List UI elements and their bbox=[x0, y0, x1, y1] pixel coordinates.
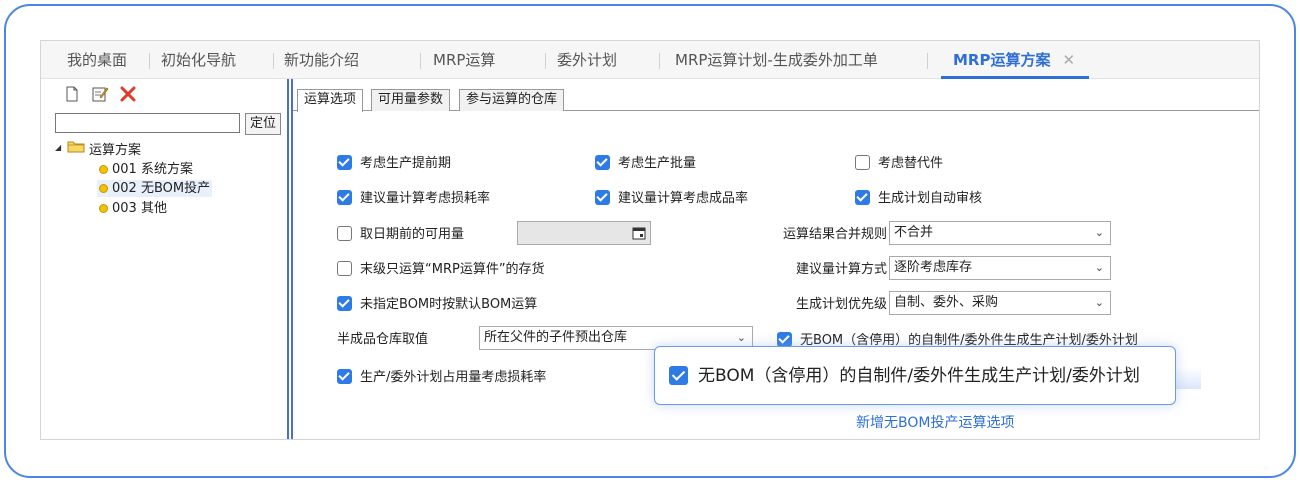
option-suggest-yield-rate[interactable]: 建议量计算考虑成品率 bbox=[595, 190, 748, 208]
calendar-icon[interactable] bbox=[632, 226, 646, 240]
option-consider-batch[interactable]: 考虑生产批量 bbox=[595, 155, 696, 173]
tab-label: 委外计划 bbox=[557, 51, 618, 69]
option-consider-lead-time[interactable]: 考虑生产提前期 bbox=[337, 155, 451, 173]
option-before-date-available[interactable]: 取日期前的可用量 bbox=[337, 226, 464, 244]
tab-outsource-plan[interactable]: 委外计划 bbox=[557, 41, 617, 79]
tab-label: 新功能介绍 bbox=[284, 51, 360, 69]
checkbox-checked[interactable] bbox=[777, 332, 792, 347]
checkbox-unchecked[interactable] bbox=[855, 155, 870, 170]
semi-warehouse-label: 半成品仓库取值 bbox=[337, 332, 429, 347]
merge-rule-select[interactable]: 不合并 ⌄ bbox=[889, 221, 1111, 245]
option-plan-loss-rate[interactable]: 生产/委外计划占用量考虑损耗率 bbox=[337, 369, 546, 387]
scheme-dot-icon bbox=[99, 184, 108, 193]
checkbox-unchecked[interactable] bbox=[337, 226, 352, 241]
option-label: 生成计划自动审核 bbox=[878, 191, 983, 206]
tab-separator bbox=[545, 53, 546, 69]
select-value: 所在父件的子件预出仓库 bbox=[484, 330, 628, 345]
close-icon[interactable]: ✕ bbox=[1062, 51, 1075, 69]
suggest-method-label: 建议量计算方式 bbox=[795, 262, 887, 277]
option-label: 生产/委外计划占用量考虑损耗率 bbox=[360, 370, 547, 385]
scheme-tree-panel: 定位 ◢ 运算方案 001 系统方案 002 无BOM投产 003 其他 bbox=[41, 79, 287, 439]
checkbox-checked[interactable] bbox=[595, 190, 610, 205]
option-label: 考虑替代件 bbox=[878, 156, 944, 171]
zoom-callout: 无BOM（含停用）的自制件/委外件生成生产计划/委外计划 bbox=[654, 346, 1176, 405]
option-default-bom[interactable]: 未指定BOM时按默认BOM运算 bbox=[337, 296, 537, 314]
merge-rule-label: 运算结果合并规则 bbox=[782, 227, 887, 242]
option-consider-substitute[interactable]: 考虑替代件 bbox=[855, 155, 943, 173]
tab-mrp-calc[interactable]: MRP运算 bbox=[433, 41, 495, 79]
option-label: 建议量计算考虑损耗率 bbox=[360, 191, 491, 206]
select-value: 自制、委外、采购 bbox=[894, 295, 999, 310]
checkbox-checked[interactable] bbox=[855, 190, 870, 205]
tree-root-label: 运算方案 bbox=[89, 143, 142, 158]
option-auto-audit[interactable]: 生成计划自动审核 bbox=[855, 190, 982, 208]
option-label: 考虑生产批量 bbox=[618, 156, 697, 171]
tree-search-input[interactable] bbox=[55, 113, 240, 133]
tab-my-desktop[interactable]: 我的桌面 bbox=[67, 41, 127, 79]
tab-separator bbox=[273, 53, 274, 69]
locate-button[interactable]: 定位 bbox=[245, 113, 281, 135]
checkbox-checked[interactable] bbox=[337, 190, 352, 205]
checkbox-checked[interactable] bbox=[595, 155, 610, 170]
tab-separator bbox=[149, 53, 150, 69]
checkbox-checked[interactable] bbox=[337, 296, 352, 311]
plan-priority-select[interactable]: 自制、委外、采购 ⌄ bbox=[889, 291, 1111, 315]
tab-separator bbox=[659, 53, 660, 69]
tab-label: 初始化导航 bbox=[161, 51, 237, 69]
checkbox-checked[interactable] bbox=[337, 369, 352, 384]
tree-item-label: 001 系统方案 bbox=[112, 162, 193, 177]
tab-new-features[interactable]: 新功能介绍 bbox=[284, 41, 359, 79]
scheme-dot-icon bbox=[99, 165, 108, 174]
folder-icon bbox=[67, 141, 85, 153]
tab-label: MRP运算 bbox=[433, 51, 496, 69]
option-label: 未指定BOM时按默认BOM运算 bbox=[360, 297, 538, 312]
edit-icon[interactable] bbox=[91, 85, 109, 103]
delete-icon[interactable] bbox=[119, 85, 137, 103]
callout-label: 无BOM（含停用）的自制件/委外件生成生产计划/委外计划 bbox=[698, 366, 1140, 386]
main-tab-bar: 我的桌面 初始化导航 新功能介绍 MRP运算 委外计划 MRP运算计划-生成委外… bbox=[41, 41, 1259, 79]
tab-label: MRP运算计划-生成委外加工单 bbox=[675, 51, 878, 69]
option-label: 建议量计算考虑成品率 bbox=[618, 191, 749, 206]
subtab-available-params[interactable]: 可用量参数 bbox=[371, 89, 451, 111]
checkbox-checked[interactable] bbox=[337, 155, 352, 170]
select-value: 不合并 bbox=[894, 225, 934, 240]
tab-label: MRP运算方案 bbox=[953, 51, 1051, 69]
tab-separator bbox=[927, 53, 928, 69]
checkbox-unchecked[interactable] bbox=[337, 261, 352, 276]
date-input[interactable] bbox=[517, 221, 651, 245]
option-last-level-mrp[interactable]: 末级只运算“MRP运算件”的存货 bbox=[337, 261, 545, 279]
tab-separator bbox=[420, 53, 421, 69]
tree-item[interactable]: 001 系统方案 bbox=[97, 161, 195, 178]
scheme-dot-icon bbox=[99, 204, 108, 213]
tab-mrp-plan-outsource[interactable]: MRP运算计划-生成委外加工单 bbox=[675, 41, 878, 79]
expand-arrow-icon[interactable]: ◢ bbox=[55, 143, 61, 152]
suggest-method-select[interactable]: 逐阶考虑库存 ⌄ bbox=[889, 256, 1111, 280]
tab-label: 我的桌面 bbox=[67, 51, 128, 69]
tab-init-guide[interactable]: 初始化导航 bbox=[161, 41, 236, 79]
option-label: 末级只运算“MRP运算件”的存货 bbox=[360, 262, 545, 277]
chevron-down-icon: ⌄ bbox=[1094, 296, 1104, 309]
tree-item[interactable]: 003 其他 bbox=[97, 200, 169, 217]
callout-option-no-bom[interactable]: 无BOM（含停用）的自制件/委外件生成生产计划/委外计划 bbox=[669, 364, 1140, 388]
subtab-calc-options[interactable]: 运算选项 bbox=[297, 89, 364, 112]
tab-mrp-scheme[interactable]: MRP运算方案 ✕ bbox=[941, 41, 1090, 79]
callout-note: 新增无BOM投产运算选项 bbox=[856, 415, 1015, 431]
plan-priority-label: 生成计划优先级 bbox=[795, 297, 887, 312]
chevron-down-icon: ⌄ bbox=[1094, 226, 1104, 239]
tree-item-label: 002 无BOM投产 bbox=[112, 181, 211, 196]
sub-tab-bar: 运算选项 可用量参数 参与运算的仓库 bbox=[293, 89, 1259, 112]
option-label: 取日期前的可用量 bbox=[360, 227, 465, 242]
chevron-down-icon: ⌄ bbox=[1094, 261, 1104, 274]
select-value: 逐阶考虑库存 bbox=[894, 260, 973, 275]
tree-item-label: 003 其他 bbox=[112, 201, 167, 216]
option-suggest-loss-rate[interactable]: 建议量计算考虑损耗率 bbox=[337, 190, 490, 208]
new-document-icon[interactable] bbox=[63, 85, 81, 103]
checkbox-checked[interactable] bbox=[669, 366, 688, 385]
option-label: 考虑生产提前期 bbox=[360, 156, 452, 171]
tree-item-selected[interactable]: 002 无BOM投产 bbox=[97, 180, 213, 197]
subtab-warehouses[interactable]: 参与运算的仓库 bbox=[459, 89, 565, 111]
